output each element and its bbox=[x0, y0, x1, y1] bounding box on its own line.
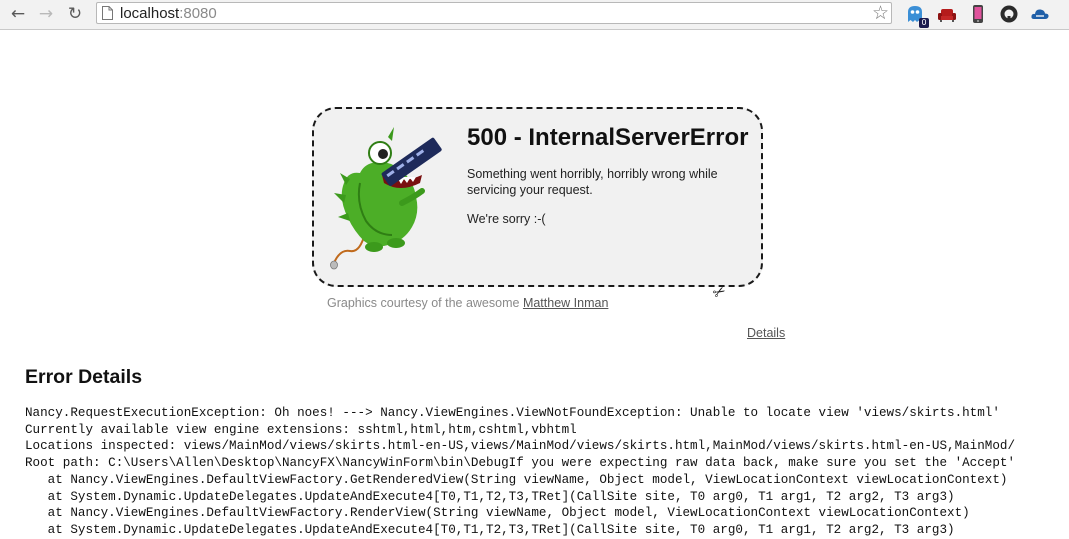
phone-icon bbox=[973, 5, 983, 23]
forward-arrow-icon: → bbox=[38, 4, 54, 24]
matthew-inman-link[interactable]: Matthew Inman bbox=[523, 296, 608, 310]
error-message: Something went horribly, horribly wrong … bbox=[467, 167, 718, 197]
couch-extension-icon[interactable] bbox=[937, 4, 957, 24]
monster-illustration bbox=[330, 127, 442, 270]
octocat-icon bbox=[1000, 5, 1018, 23]
url-host: localhost bbox=[120, 5, 180, 22]
stack-trace-line: at Nancy.ViewEngines.DefaultViewFactory.… bbox=[25, 506, 970, 521]
error-details-heading: Error Details bbox=[25, 366, 143, 388]
extension-badge: 0 bbox=[919, 18, 929, 28]
stack-trace-line: Root path: C:\Users\Allen\Desktop\NancyF… bbox=[25, 456, 1016, 471]
page-icon bbox=[102, 6, 113, 20]
error-title: 500 - InternalServerError bbox=[467, 124, 749, 151]
cloud-extension-icon[interactable] bbox=[1030, 4, 1050, 24]
address-bar[interactable]: localhost:8080 ☆ bbox=[96, 2, 892, 24]
stack-trace-line: Currently available view engine extensio… bbox=[25, 422, 577, 437]
stack-trace-line: at System.Dynamic.UpdateDelegates.Update… bbox=[25, 489, 955, 504]
back-button[interactable]: ← bbox=[7, 3, 29, 25]
graphics-credit: Graphics courtesy of the awesome Matthew… bbox=[327, 296, 608, 310]
stack-trace-line: at System.Dynamic.UpdateDelegates.Update… bbox=[25, 522, 955, 537]
cloud-icon bbox=[1031, 9, 1049, 19]
reload-button[interactable]: ↻ bbox=[64, 3, 86, 25]
error-apology: We're sorry :-( bbox=[467, 212, 546, 226]
url-text: localhost:8080 bbox=[120, 5, 217, 22]
stack-trace-line: Nancy.RequestExecutionException: Oh noes… bbox=[25, 406, 1000, 420]
couch-icon bbox=[938, 9, 956, 22]
reload-icon: ↻ bbox=[67, 4, 83, 24]
bookmark-star-icon[interactable]: ☆ bbox=[872, 2, 889, 24]
phone-extension-icon[interactable] bbox=[968, 4, 988, 24]
back-arrow-icon: ← bbox=[10, 4, 26, 24]
browser-toolbar: ← → ↻ localhost:8080 ☆ 0 bbox=[0, 0, 1069, 30]
stack-trace-line: Locations inspected: views/MainMod/views… bbox=[25, 439, 1016, 454]
stack-trace-line: at Nancy.ViewEngines.DefaultViewFactory.… bbox=[25, 472, 1008, 487]
ghost-extension-icon[interactable]: 0 bbox=[905, 4, 929, 28]
github-extension-icon[interactable] bbox=[999, 4, 1019, 24]
details-link[interactable]: Details bbox=[747, 326, 785, 340]
credit-prefix: Graphics courtesy of the awesome bbox=[327, 296, 523, 310]
url-port: :8080 bbox=[179, 5, 217, 22]
stack-trace: Nancy.RequestExecutionException: Oh noes… bbox=[25, 405, 1069, 539]
forward-button[interactable]: → bbox=[35, 3, 57, 25]
